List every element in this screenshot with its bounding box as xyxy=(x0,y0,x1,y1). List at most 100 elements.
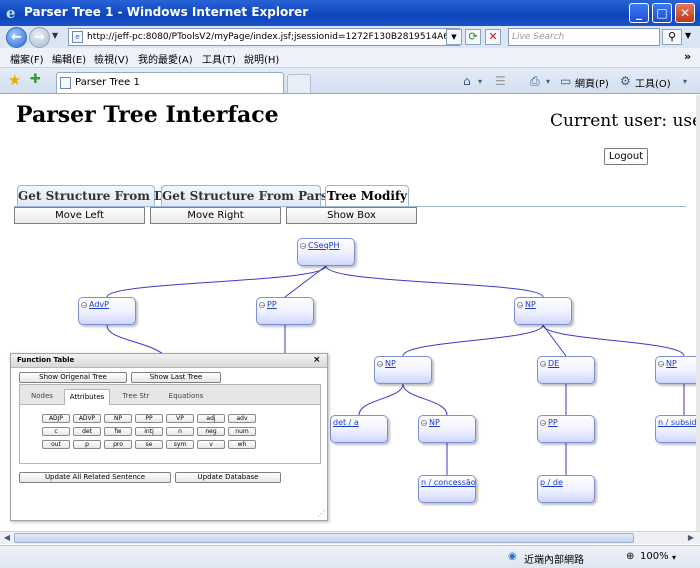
attribute-tag-button[interactable]: ADJP xyxy=(42,414,70,423)
feeds-icon[interactable]: ☰ xyxy=(495,74,506,88)
search-input[interactable]: Live Search xyxy=(508,28,660,46)
home-icon[interactable]: ⌂ xyxy=(463,74,471,88)
stop-icon[interactable]: ✕ xyxy=(485,29,501,45)
back-button[interactable]: ← xyxy=(6,27,27,48)
tree-node-label[interactable]: NP xyxy=(385,359,396,368)
tree-node[interactable]: − NP xyxy=(514,297,572,325)
attribute-tag-button[interactable]: VP xyxy=(166,414,194,423)
add-favorites-icon[interactable]: ✚ xyxy=(30,72,41,87)
move-left-button[interactable]: Move Left xyxy=(14,207,145,224)
collapse-icon[interactable]: − xyxy=(421,420,427,427)
address-input[interactable]: e http://jeff-pc:8080/PToolsV2/myPage/in… xyxy=(68,28,460,46)
tree-node-label[interactable]: DE xyxy=(548,359,559,368)
history-dropdown-icon[interactable]: ▼ xyxy=(52,31,58,40)
show-original-tree-button[interactable]: Show Origenal Tree xyxy=(19,372,127,383)
show-box-button[interactable]: Show Box xyxy=(286,207,417,224)
attribute-tag-button[interactable]: intj xyxy=(135,427,163,436)
collapse-icon[interactable]: − xyxy=(259,302,265,309)
attribute-tag-button[interactable]: se xyxy=(135,440,163,449)
tree-node[interactable]: det / a xyxy=(330,415,388,443)
address-dropdown-icon[interactable]: ▼ xyxy=(446,29,462,45)
zoom-dropdown-icon[interactable]: ▾ xyxy=(672,553,676,562)
tools-menu-label[interactable]: 工具(O) xyxy=(635,75,671,90)
scrollbar-thumb[interactable] xyxy=(14,533,634,543)
tree-node[interactable]: p / de xyxy=(537,475,595,503)
collapse-icon[interactable]: − xyxy=(377,361,383,368)
horizontal-scrollbar[interactable]: ◀ ▶ xyxy=(0,531,700,544)
attribute-tag-button[interactable]: ADVP xyxy=(73,414,101,423)
vertical-scrollbar[interactable] xyxy=(696,95,700,531)
scroll-left-icon[interactable]: ◀ xyxy=(2,533,12,543)
tree-node[interactable]: − CSeqPH xyxy=(297,238,355,266)
tree-node[interactable]: − NP xyxy=(655,356,696,384)
favorites-star-icon[interactable]: ★ xyxy=(8,71,21,89)
attribute-tag-button[interactable]: NP xyxy=(104,414,132,423)
collapse-icon[interactable]: − xyxy=(300,243,306,250)
attribute-tag-button[interactable]: out xyxy=(42,440,70,449)
collapse-icon[interactable]: − xyxy=(517,302,523,309)
tab-tree-str[interactable]: Tree Str xyxy=(116,389,156,405)
tree-node-label[interactable]: NP xyxy=(666,359,677,368)
collapse-icon[interactable]: − xyxy=(540,420,546,427)
chevron-more-icon[interactable]: » xyxy=(684,50,691,63)
attribute-tag-button[interactable]: fw xyxy=(104,427,132,436)
tree-node-label[interactable]: n / subsid xyxy=(658,418,696,427)
close-icon[interactable]: × xyxy=(313,355,321,365)
tree-node-label[interactable]: det / a xyxy=(333,418,359,427)
print-icon[interactable]: ⎙ xyxy=(530,74,540,89)
menu-edit[interactable]: 編輯(E) xyxy=(52,51,86,66)
menu-help[interactable]: 說明(H) xyxy=(244,51,279,66)
tree-node-label[interactable]: PP xyxy=(267,300,277,309)
attribute-tag-button[interactable]: wh xyxy=(228,440,256,449)
tab-equations[interactable]: Equations xyxy=(162,389,210,405)
maximize-button[interactable]: □ xyxy=(652,3,672,23)
tree-node[interactable]: − PP xyxy=(537,415,595,443)
tree-node-label[interactable]: n / concessão xyxy=(421,478,476,487)
attribute-tag-button[interactable]: adv xyxy=(228,414,256,423)
tree-node[interactable]: − PP xyxy=(256,297,314,325)
scroll-right-icon[interactable]: ▶ xyxy=(686,533,696,543)
attribute-tag-button[interactable]: sym xyxy=(166,440,194,449)
close-button[interactable]: ✕ xyxy=(675,3,695,23)
tab-get-structure-parser[interactable]: Get Structure From Parser xyxy=(161,185,342,206)
tree-node[interactable]: n / subsid xyxy=(655,415,696,443)
new-tab-button[interactable] xyxy=(287,74,311,93)
update-related-sentence-button[interactable]: Update All Related Sentence xyxy=(19,472,171,483)
tree-node-label[interactable]: p / de xyxy=(540,478,563,487)
tree-node[interactable]: n / concessão xyxy=(418,475,476,503)
menu-view[interactable]: 檢視(V) xyxy=(94,51,129,66)
minimize-button[interactable]: _ xyxy=(629,3,649,23)
logout-button[interactable]: Logout xyxy=(604,148,648,165)
home-dropdown-icon[interactable]: ▾ xyxy=(478,77,482,86)
attribute-tag-button[interactable]: adj xyxy=(197,414,225,423)
forward-button[interactable]: → xyxy=(29,27,50,48)
tools-dropdown-icon[interactable]: ▾ xyxy=(683,77,687,86)
page-menu-label[interactable]: 網頁(P) xyxy=(575,75,609,90)
attribute-tag-button[interactable]: PP xyxy=(135,414,163,423)
attribute-tag-button[interactable]: c xyxy=(42,427,70,436)
attribute-tag-button[interactable]: neg xyxy=(197,427,225,436)
move-right-button[interactable]: Move Right xyxy=(150,207,281,224)
collapse-icon[interactable]: − xyxy=(540,361,546,368)
function-table-header[interactable]: Function Table × xyxy=(11,354,327,368)
attribute-tag-button[interactable]: v xyxy=(197,440,225,449)
tree-node[interactable]: − NP xyxy=(374,356,432,384)
refresh-icon[interactable]: ⟳ xyxy=(465,29,481,45)
show-last-tree-button[interactable]: Show Last Tree xyxy=(131,372,221,383)
collapse-icon[interactable]: − xyxy=(81,302,87,309)
zoom-level[interactable]: 100% xyxy=(640,551,669,562)
tab-tree-modify[interactable]: Tree Modify xyxy=(325,185,409,207)
attribute-tag-button[interactable]: num xyxy=(228,427,256,436)
update-database-button[interactable]: Update Database xyxy=(175,472,281,483)
tree-node-label[interactable]: NP xyxy=(525,300,536,309)
attribute-tag-button[interactable]: n xyxy=(166,427,194,436)
tree-node-label[interactable]: NP xyxy=(429,418,440,427)
search-options-icon[interactable]: ▼ xyxy=(685,31,691,40)
tree-node-label[interactable]: PP xyxy=(548,418,558,427)
browser-tab[interactable]: Parser Tree 1 xyxy=(56,72,284,93)
tree-node-label[interactable]: AdvP xyxy=(89,300,109,309)
search-icon[interactable]: ⚲ xyxy=(662,29,682,45)
menu-tools[interactable]: 工具(T) xyxy=(202,51,236,66)
tree-node-label[interactable]: CSeqPH xyxy=(308,241,340,250)
collapse-icon[interactable]: − xyxy=(658,361,664,368)
